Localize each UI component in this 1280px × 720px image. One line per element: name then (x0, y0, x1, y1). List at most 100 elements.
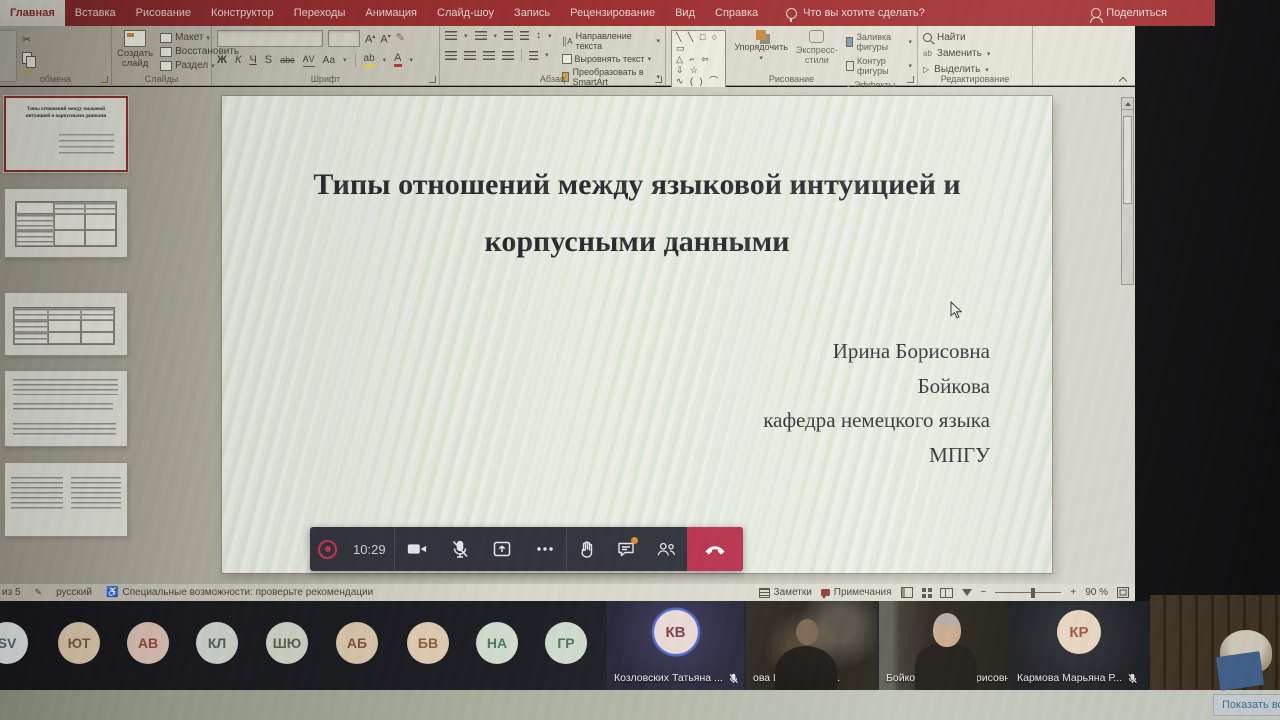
tell-me-box[interactable]: Что вы хотите сделать? (786, 0, 925, 26)
thumbnail-slide-3[interactable] (4, 292, 128, 356)
participant-tile[interactable] (1150, 595, 1280, 692)
hang-up-button[interactable] (687, 527, 743, 571)
numbering-icon[interactable] (475, 31, 487, 40)
font-color-button[interactable]: А (394, 53, 401, 67)
quick-styles-button[interactable]: Экспресс-стили (796, 30, 838, 65)
thumbnail-slide-4[interactable] (4, 370, 128, 447)
share-screen-button[interactable] (492, 539, 512, 559)
pen-icon[interactable]: ✎ (35, 587, 43, 598)
zoom-in-button[interactable]: + (1070, 587, 1076, 598)
find-button[interactable]: Найти (923, 32, 1027, 43)
decrease-indent-icon[interactable] (504, 31, 513, 40)
participant-avatar[interactable]: АВ (127, 622, 169, 664)
new-slide-button[interactable]: Создать слайд (117, 30, 153, 69)
align-right-icon[interactable] (483, 51, 495, 60)
notes-toggle[interactable]: Заметки (759, 587, 812, 598)
scrollbar-thumb[interactable] (1123, 116, 1132, 204)
tab-slideshow[interactable]: Слайд-шоу (427, 0, 504, 26)
change-case-button[interactable]: Аа (323, 54, 335, 67)
align-left-icon[interactable] (445, 51, 457, 60)
microphone-muted-button[interactable] (450, 539, 470, 559)
text-direction-button[interactable]: ║АНаправление текста▾ (562, 31, 660, 51)
zoom-level[interactable]: 90 % (1085, 587, 1108, 598)
columns-icon[interactable] (529, 51, 538, 60)
share-button[interactable]: Поделиться (1091, 0, 1167, 26)
tab-animations[interactable]: Анимация (355, 0, 427, 26)
participant-avatar[interactable]: АБ (336, 622, 378, 664)
justify-icon[interactable] (502, 51, 514, 60)
clear-formatting-button[interactable]: ✎ (396, 32, 405, 45)
increase-indent-icon[interactable] (520, 31, 529, 40)
participant-tile[interactable]: КР Кармова Марьяна Р... (1010, 601, 1148, 690)
shape-outline-button[interactable]: Контур фигуры▾ (846, 56, 912, 76)
thumbnail-slide-2[interactable] (4, 188, 128, 258)
grow-font-button[interactable]: А▴ (365, 31, 375, 47)
language-indicator[interactable]: русский (56, 587, 92, 598)
cut-icon[interactable]: ✂ (22, 33, 32, 46)
slide-sorter-view-button[interactable] (922, 588, 926, 592)
participant-avatar[interactable]: ШЮ (266, 622, 308, 664)
show-all-button[interactable]: Показать все (1213, 694, 1280, 716)
copy-icon[interactable] (22, 52, 32, 64)
character-spacing-button[interactable]: АV (303, 53, 315, 67)
participants-button[interactable] (655, 539, 677, 559)
slide-author-block[interactable]: Ирина Борисовна Бойкова кафедра немецког… (763, 334, 990, 472)
tab-insert[interactable]: Вставка (65, 0, 126, 26)
font-dialog-launcher[interactable] (429, 76, 436, 83)
camera-button[interactable] (406, 539, 428, 559)
italic-button[interactable]: К (235, 54, 241, 67)
participant-tile[interactable]: КВ Козловских Татьяна ... (607, 601, 744, 690)
participant-tile[interactable]: Бойкова Ирина Борисовна (879, 601, 1008, 690)
bold-button[interactable]: Ж (217, 54, 227, 67)
vertical-scrollbar[interactable] (1121, 97, 1134, 285)
participant-avatar[interactable]: ГР (545, 622, 587, 664)
tab-record[interactable]: Запись (504, 0, 560, 26)
participant-avatar[interactable]: КЛ (196, 622, 238, 664)
align-center-icon[interactable] (464, 51, 476, 60)
scroll-up-arrow-icon[interactable] (1122, 98, 1133, 110)
replace-button[interactable]: abЗаменить▾ (923, 48, 1027, 59)
strikethrough-button[interactable]: abc (280, 54, 295, 67)
participant-avatar[interactable]: ЮТ (58, 622, 100, 664)
comments-toggle[interactable]: Примечания (821, 587, 892, 598)
tab-review[interactable]: Рецензирование (560, 0, 665, 26)
zoom-slider-thumb[interactable] (1031, 588, 1035, 598)
participant-avatar[interactable]: НА (476, 622, 518, 664)
zoom-out-button[interactable]: − (981, 587, 987, 598)
highlight-color-button[interactable]: ab (364, 54, 375, 67)
participant-tile[interactable]: ова Ирина Иоси... (746, 601, 877, 690)
thumbnail-slide-1[interactable]: Типы отношений между языковой интуицией … (4, 96, 128, 172)
line-spacing-icon[interactable]: ↕ (536, 30, 541, 41)
tab-design[interactable]: Конструктор (201, 0, 284, 26)
arrange-button[interactable]: Упорядочить▾ (734, 30, 788, 64)
font-name-combobox[interactable] (217, 30, 323, 47)
fit-to-window-icon[interactable] (1117, 587, 1129, 598)
thumbnail-slide-5[interactable] (4, 462, 128, 537)
paragraph-dialog-launcher[interactable] (655, 76, 662, 83)
tab-draw[interactable]: Рисование (126, 0, 201, 26)
underline-button[interactable]: Ч (249, 54, 256, 67)
accessibility-checker[interactable]: ♿ Специальные возможности: проверьте рек… (106, 587, 373, 598)
slide-title[interactable]: Типы отношений между языковой интуицией … (277, 156, 997, 270)
shrink-font-button[interactable]: А▾ (380, 31, 390, 47)
reading-view-button[interactable] (940, 588, 953, 598)
normal-view-button[interactable] (901, 587, 913, 598)
tab-view[interactable]: Вид (665, 0, 705, 26)
participant-avatar[interactable]: SV (0, 622, 28, 664)
raise-hand-button[interactable] (577, 539, 597, 559)
more-options-button[interactable] (535, 539, 555, 559)
shape-fill-button[interactable]: Заливка фигуры▾ (846, 32, 912, 52)
tab-help[interactable]: Справка (705, 0, 768, 26)
align-text-button[interactable]: Выровнять текст▾ (562, 54, 660, 64)
font-size-combobox[interactable] (328, 30, 360, 47)
participant-avatar[interactable]: БВ (407, 622, 449, 664)
tab-home[interactable]: Главная (0, 0, 65, 26)
drawing-dialog-launcher[interactable] (907, 76, 914, 83)
text-shadow-button[interactable]: S (265, 54, 272, 67)
bullets-icon[interactable] (445, 31, 457, 40)
tab-transitions[interactable]: Переходы (284, 0, 356, 26)
zoom-slider[interactable] (995, 592, 1061, 593)
slideshow-view-button[interactable] (962, 589, 972, 596)
clipboard-dialog-launcher[interactable] (101, 76, 108, 83)
slide-canvas[interactable]: Типы отношений между языковой интуицией … (222, 96, 1052, 573)
